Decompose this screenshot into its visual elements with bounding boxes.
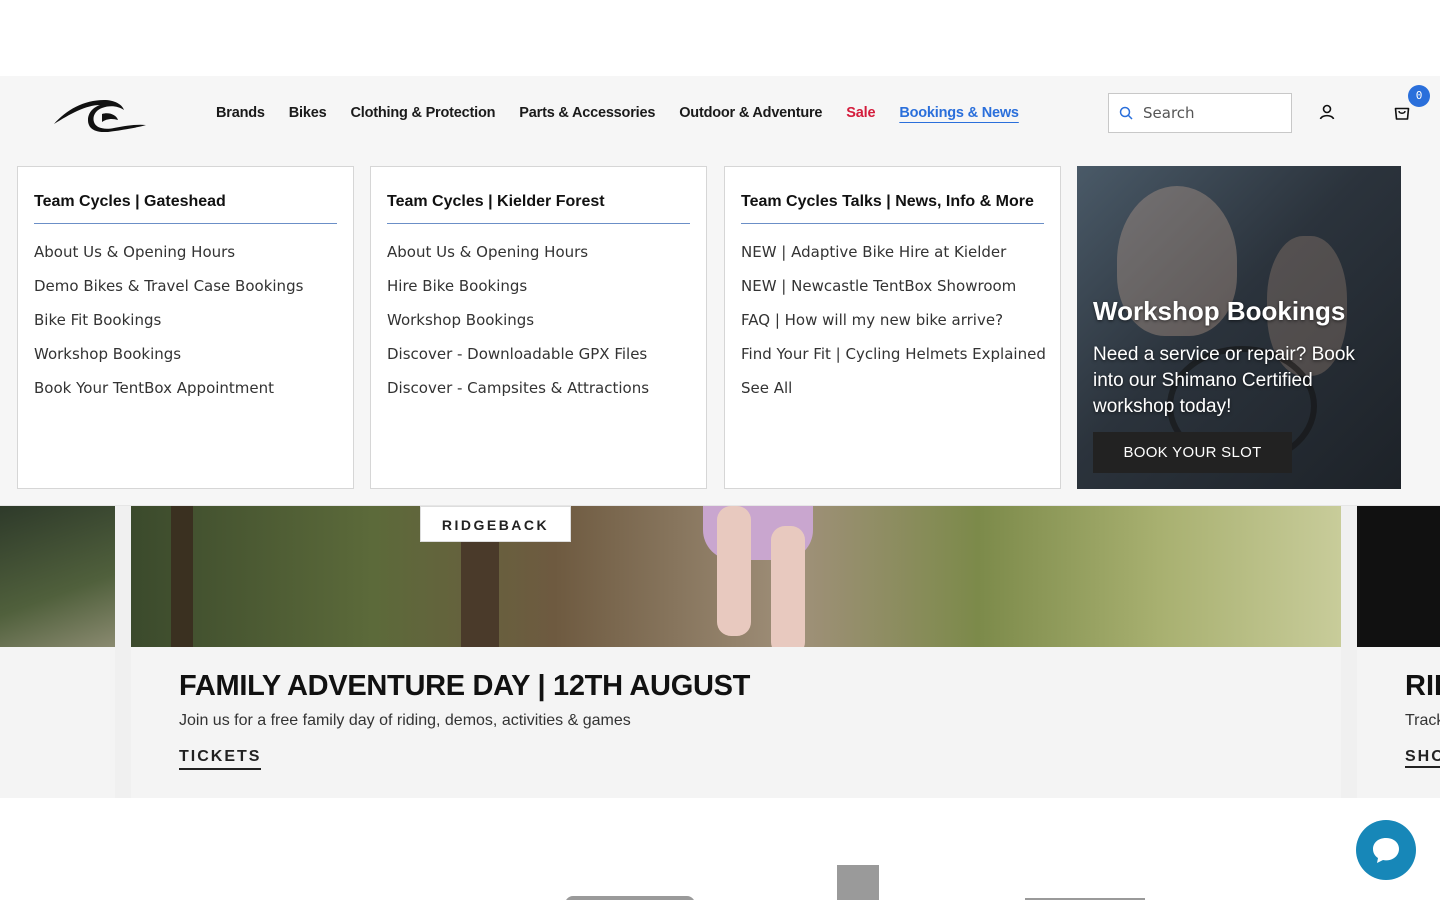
nav-clothing-protection[interactable]: Clothing & Protection bbox=[350, 105, 495, 121]
nav-bikes[interactable]: Bikes bbox=[289, 105, 327, 121]
slide-image[interactable]: RIDGEBACK bbox=[131, 506, 1341, 647]
menu-link[interactable]: NEW | Adaptive Bike Hire at Kielder bbox=[741, 242, 1044, 276]
top-blank-strip bbox=[0, 0, 1440, 76]
promo-text: Need a service or repair? Book into our … bbox=[1093, 344, 1355, 417]
menu-link[interactable]: Hire Bike Bookings bbox=[387, 276, 690, 310]
column-title[interactable]: Team Cycles | Gateshead bbox=[34, 167, 337, 224]
slide-description: Join us for a free family day of riding,… bbox=[179, 712, 631, 729]
brand-logo-peek bbox=[565, 896, 695, 900]
menu-link[interactable]: Demo Bikes & Travel Case Bookings bbox=[34, 276, 337, 310]
team-cycles-logo[interactable] bbox=[52, 92, 148, 132]
menu-link[interactable]: FAQ | How will my new bike arrive? bbox=[741, 310, 1044, 344]
menu-link[interactable]: About Us & Opening Hours bbox=[34, 242, 337, 276]
search-box bbox=[1108, 93, 1292, 133]
promo-title: Workshop Bookings bbox=[1093, 296, 1346, 326]
nav-sale[interactable]: Sale bbox=[846, 105, 875, 121]
bookings-mega-menu: Team Cycles | Gateshead About Us & Openi… bbox=[0, 150, 1440, 506]
menu-link[interactable]: Book Your TentBox Appointment bbox=[34, 378, 337, 412]
nav-outdoor-adventure[interactable]: Outdoor & Adventure bbox=[679, 105, 822, 121]
slide-title: FAMILY ADVENTURE DAY | 12TH AUGUST bbox=[179, 670, 751, 702]
slide-body bbox=[0, 647, 115, 798]
slide-title: RID bbox=[1405, 670, 1440, 702]
menu-column-kielder: Team Cycles | Kielder Forest About Us & … bbox=[370, 166, 707, 489]
search-icon[interactable] bbox=[1119, 106, 1133, 120]
photo-rider-leg bbox=[717, 506, 751, 636]
menu-column-gateshead: Team Cycles | Gateshead About Us & Openi… bbox=[17, 166, 354, 489]
chat-button[interactable] bbox=[1356, 820, 1416, 880]
slide-description: Track bbox=[1405, 712, 1440, 729]
menu-link[interactable]: Discover - Campsites & Attractions bbox=[387, 378, 690, 412]
nav-parts-accessories[interactable]: Parts & Accessories bbox=[519, 105, 655, 121]
previous-slide-peek[interactable] bbox=[0, 506, 115, 798]
nav-brands[interactable]: Brands bbox=[216, 105, 265, 121]
tickets-link[interactable]: TICKETS bbox=[179, 748, 262, 770]
events-carousel: RIDGEBACK FAMILY ADVENTURE DAY | 12TH AU… bbox=[0, 506, 1440, 798]
menu-link[interactable]: Discover - Downloadable GPX Files bbox=[387, 344, 690, 378]
site-header: Brands Bikes Clothing & Protection Parts… bbox=[0, 76, 1440, 150]
column-title[interactable]: Team Cycles Talks | News, Info & More bbox=[741, 167, 1044, 224]
next-slide-peek[interactable]: RID Track SHO bbox=[1357, 506, 1440, 798]
main-nav: Brands Bikes Clothing & Protection Parts… bbox=[216, 76, 1043, 150]
search-input[interactable] bbox=[1143, 100, 1283, 126]
carousel-slide: RIDGEBACK FAMILY ADVENTURE DAY | 12TH AU… bbox=[131, 506, 1341, 798]
menu-link[interactable]: Workshop Bookings bbox=[34, 344, 337, 378]
menu-link[interactable]: About Us & Opening Hours bbox=[387, 242, 690, 276]
menu-link[interactable]: NEW | Newcastle TentBox Showroom bbox=[741, 276, 1044, 310]
account-icon[interactable] bbox=[1318, 103, 1336, 121]
column-title[interactable]: Team Cycles | Kielder Forest bbox=[387, 167, 690, 224]
ridgeback-logo-badge: RIDGEBACK bbox=[420, 506, 571, 542]
menu-column-talks: Team Cycles Talks | News, Info & More NE… bbox=[724, 166, 1061, 489]
chat-bubble-icon bbox=[1373, 838, 1399, 863]
workshop-promo-card[interactable]: Workshop Bookings Need a service or repa… bbox=[1077, 166, 1401, 489]
cart-count-badge: 0 bbox=[1408, 85, 1430, 107]
photo-rider-leg bbox=[771, 526, 805, 647]
nav-bookings-news[interactable]: Bookings & News bbox=[899, 105, 1019, 121]
slide-image bbox=[1357, 506, 1440, 647]
menu-link[interactable]: Bike Fit Bookings bbox=[34, 310, 337, 344]
slide-image bbox=[0, 506, 115, 647]
brand-logo-peek bbox=[837, 865, 879, 900]
menu-link[interactable]: Find Your Fit | Cycling Helmets Explaine… bbox=[741, 344, 1046, 378]
cart-icon[interactable] bbox=[1393, 103, 1411, 121]
photo-tree-trunk bbox=[171, 506, 193, 647]
shop-link[interactable]: SHO bbox=[1405, 748, 1440, 768]
menu-link[interactable]: See All bbox=[741, 378, 1044, 412]
menu-link[interactable]: Workshop Bookings bbox=[387, 310, 690, 344]
book-your-slot-button[interactable]: BOOK YOUR SLOT bbox=[1093, 432, 1292, 473]
